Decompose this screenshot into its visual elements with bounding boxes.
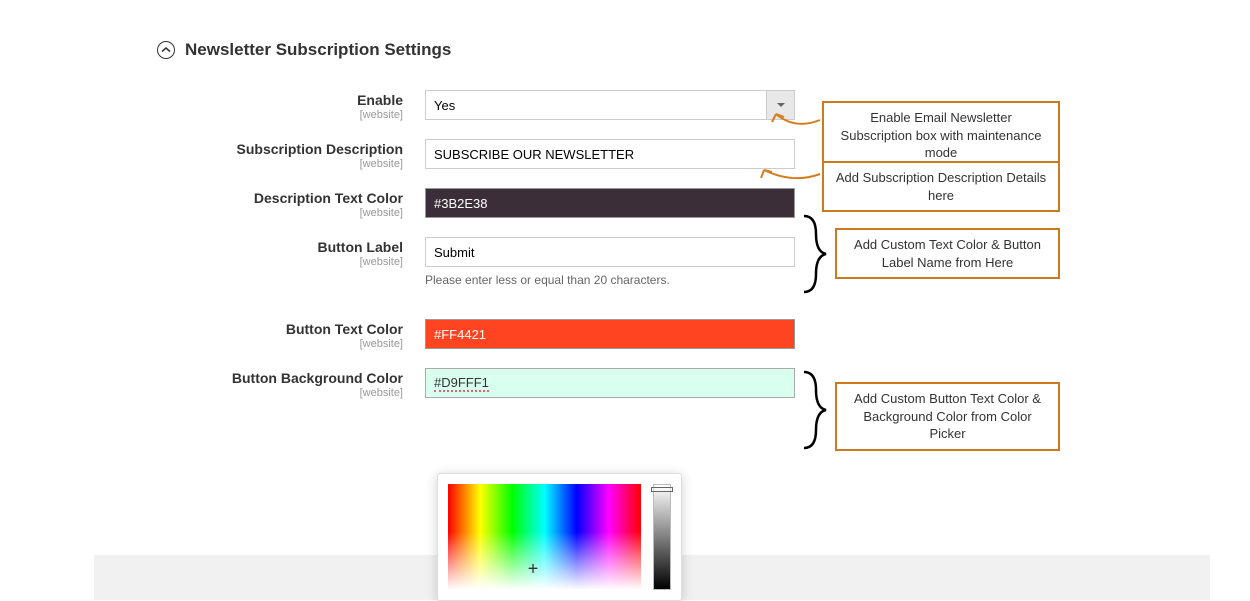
form-area: Enable [website] Yes Subscription Descri… xyxy=(0,60,1250,399)
enable-select[interactable]: Yes xyxy=(425,90,795,120)
color-picker-gradient[interactable]: + xyxy=(448,484,641,590)
description-text-color-input[interactable]: #3B2E38 xyxy=(425,188,795,218)
button-background-color-input[interactable]: #D9FFF1 xyxy=(425,368,795,398)
row-subscription-description: Subscription Description [website] xyxy=(0,139,1250,170)
button-label-input[interactable] xyxy=(425,237,795,267)
label-button-text-color: Button Text Color [website] xyxy=(0,319,425,350)
enable-select-wrap: Yes xyxy=(425,90,795,120)
color-picker-value-slider[interactable] xyxy=(653,484,671,590)
row-description-text-color: Description Text Color [website] #3B2E38 xyxy=(0,188,1250,219)
label-button-label: Button Label [website] xyxy=(0,237,425,268)
crosshair-icon: + xyxy=(528,559,539,580)
label-description-text-color: Description Text Color [website] xyxy=(0,188,425,219)
subscription-description-input[interactable] xyxy=(425,139,795,169)
row-button-label: Button Label [website] Please enter less… xyxy=(0,237,1250,287)
callout-text-color-group: Add Custom Text Color & Button Label Nam… xyxy=(835,228,1060,279)
button-label-hint: Please enter less or equal than 20 chara… xyxy=(425,273,795,287)
row-button-text-color: Button Text Color [website] #FF4421 xyxy=(0,319,1250,350)
callout-button-color-group: Add Custom Button Text Color & Backgroun… xyxy=(835,382,1060,451)
label-enable: Enable [website] xyxy=(0,90,425,121)
row-enable: Enable [website] Yes xyxy=(0,90,1250,121)
label-button-background-color: Button Background Color [website] xyxy=(0,368,425,399)
row-button-background-color: Button Background Color [website] #D9FFF… xyxy=(0,368,1250,399)
label-subscription-description: Subscription Description [website] xyxy=(0,139,425,170)
callout-enable: Enable Email Newsletter Subscription box… xyxy=(822,101,1060,170)
color-picker[interactable]: + xyxy=(437,473,682,601)
section-header[interactable]: Newsletter Subscription Settings xyxy=(0,0,1250,60)
section-title: Newsletter Subscription Settings xyxy=(185,40,451,60)
callout-desc: Add Subscription Description Details her… xyxy=(822,161,1060,212)
button-text-color-input[interactable]: #FF4421 xyxy=(425,319,795,349)
chevron-up-icon xyxy=(157,41,175,59)
slider-handle[interactable] xyxy=(651,487,673,492)
